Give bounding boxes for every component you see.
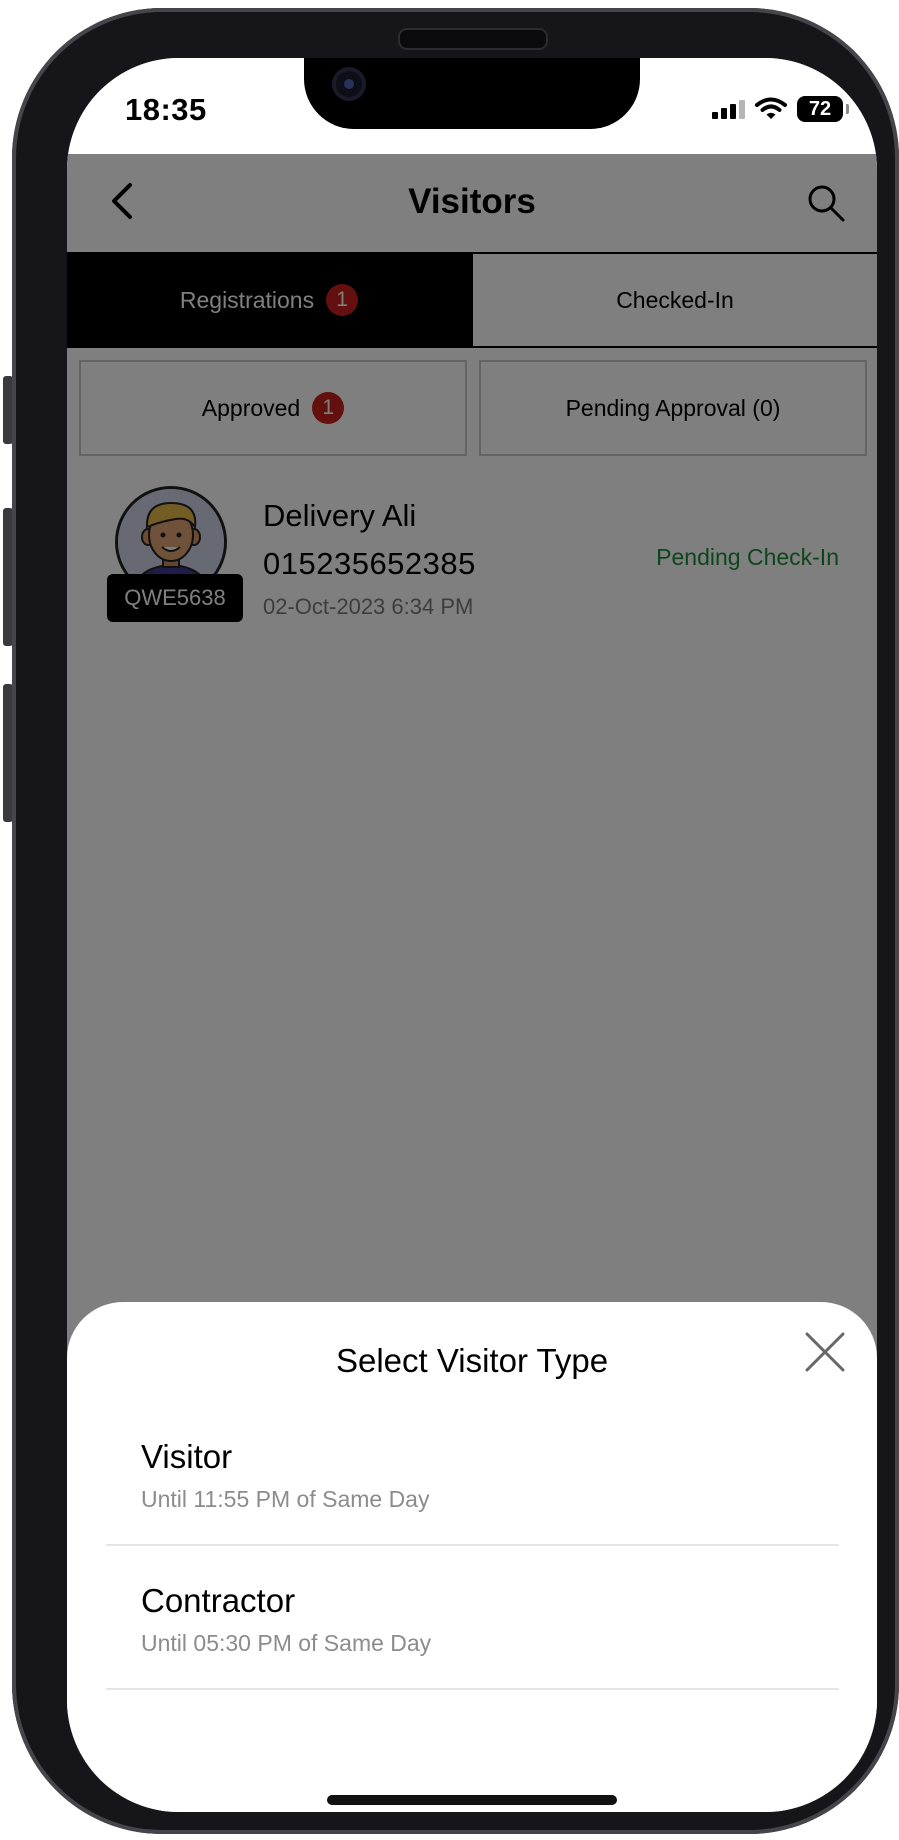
sheet-title: Select Visitor Type [335,1342,609,1379]
option-subtitle: Until 11:55 PM of Same Day [141,1486,430,1512]
status-icons: 72 [712,94,849,124]
option-title: Contractor [141,1582,296,1619]
screen: 18:35 72 Visitors [67,58,877,1812]
camera-icon [332,67,366,101]
phone-frame: 18:35 72 Visitors [12,8,899,1834]
visitor-type-sheet: Select Visitor Type Visitor Until 11:55 … [67,1302,877,1812]
battery-level: 72 [808,98,832,120]
battery-icon: 72 [797,96,849,122]
option-title: Visitor [141,1438,233,1475]
option-contractor[interactable]: Contractor Until 05:30 PM of Same Day [106,1546,839,1690]
home-indicator[interactable] [327,1795,617,1805]
option-subtitle: Until 05:30 PM of Same Day [141,1630,432,1656]
wifi-icon [755,97,787,119]
status-time: 18:35 [125,92,207,127]
close-button[interactable] [803,1330,847,1374]
speaker-slit [398,28,548,50]
option-visitor[interactable]: Visitor Until 11:55 PM of Same Day [106,1402,839,1546]
close-icon [805,1332,845,1372]
signal-icon [712,99,745,119]
